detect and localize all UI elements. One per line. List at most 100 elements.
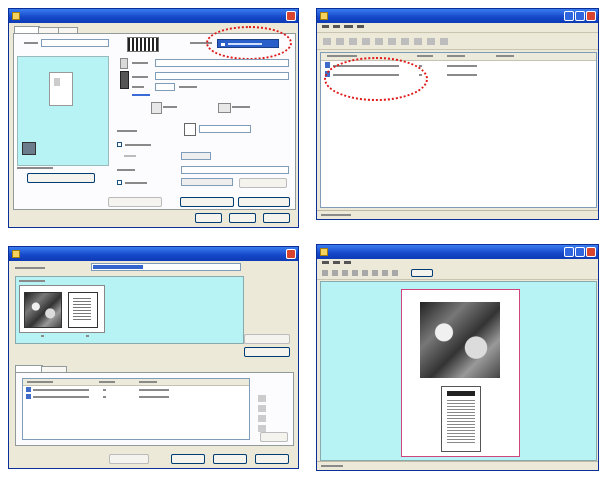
pagecomposer-app-icon xyxy=(320,12,328,20)
close-icon[interactable] xyxy=(286,249,296,259)
help-button[interactable] xyxy=(255,454,289,464)
preview-canvas xyxy=(320,281,597,461)
col-layout-data xyxy=(447,55,465,57)
close-icon[interactable] xyxy=(286,11,296,21)
watermark-select[interactable] xyxy=(181,178,233,186)
thumb-number-2 xyxy=(86,335,89,337)
menu-edit[interactable] xyxy=(333,25,340,28)
copies-input[interactable] xyxy=(155,83,175,91)
help-button[interactable] xyxy=(263,213,290,223)
portrait-radio[interactable] xyxy=(151,102,162,114)
document-icon xyxy=(26,394,31,399)
printer-properties-titlebar[interactable] xyxy=(9,9,298,23)
preview-text-page xyxy=(441,386,481,452)
watermark-label xyxy=(125,182,147,184)
maximize-icon[interactable] xyxy=(575,247,585,257)
document-list-highlight xyxy=(324,57,428,101)
print-preview-app-icon xyxy=(320,248,328,256)
release-button[interactable] xyxy=(109,454,149,464)
scaling-label xyxy=(124,155,136,157)
print-preview-button[interactable] xyxy=(244,347,290,357)
zoom-controls[interactable] xyxy=(322,270,400,276)
page-size-select[interactable] xyxy=(155,59,289,67)
page-thumb-group[interactable] xyxy=(19,285,105,333)
minimize-icon[interactable] xyxy=(564,11,574,21)
cancel-button[interactable] xyxy=(229,213,256,223)
table-row[interactable] xyxy=(25,394,175,400)
paper-type-select[interactable] xyxy=(181,166,289,174)
close-icon[interactable] xyxy=(586,247,596,257)
manual-scaling-label xyxy=(125,144,151,146)
page-thumbnail-area xyxy=(15,276,244,344)
combine-titlebar[interactable] xyxy=(9,247,298,261)
page-thumb-2[interactable] xyxy=(68,292,98,328)
output-size-icon xyxy=(120,71,129,89)
scaling-input[interactable] xyxy=(181,152,211,160)
close-preview-button[interactable] xyxy=(411,269,433,277)
profile-label xyxy=(24,42,38,44)
minimize-icon[interactable] xyxy=(564,247,574,257)
page-size-icon xyxy=(120,58,128,69)
landscape-radio[interactable] xyxy=(218,103,231,113)
status-text xyxy=(321,214,351,216)
document-name-label xyxy=(15,267,45,269)
restore-defaults-button[interactable] xyxy=(238,197,290,207)
table-side-button[interactable] xyxy=(260,432,288,442)
status-text xyxy=(321,465,343,467)
manual-scaling-checkbox[interactable] xyxy=(117,142,122,147)
page-layout-select[interactable] xyxy=(199,125,251,133)
page-options-button[interactable] xyxy=(180,197,234,207)
toolbar-buttons-row[interactable] xyxy=(323,38,451,45)
ok-button[interactable] xyxy=(195,213,222,223)
profile-select[interactable] xyxy=(41,39,109,47)
col-comments xyxy=(496,55,514,57)
preview-page xyxy=(49,72,73,106)
document-table xyxy=(22,378,250,440)
watermark-checkbox[interactable] xyxy=(117,180,122,185)
menu-view[interactable] xyxy=(344,25,353,28)
table-header xyxy=(23,379,249,386)
custom-paper-size-button[interactable] xyxy=(108,197,162,207)
view-settings-button[interactable] xyxy=(27,173,95,183)
print-preview-titlebar[interactable] xyxy=(317,245,598,259)
combine-button[interactable] xyxy=(171,454,205,464)
copies-label xyxy=(132,86,144,88)
printer-properties-window xyxy=(8,8,299,228)
thumb-number-1 xyxy=(41,335,44,337)
document-name-input[interactable] xyxy=(91,263,241,271)
combine-app-icon xyxy=(12,250,20,258)
maximize-icon[interactable] xyxy=(575,11,585,21)
printer-icon xyxy=(12,12,20,20)
table-row[interactable] xyxy=(25,387,175,393)
output-method-highlight xyxy=(206,26,292,60)
pagecomposer-window xyxy=(316,8,599,220)
reorder-buttons[interactable] xyxy=(258,395,266,433)
menu-view[interactable] xyxy=(333,261,340,264)
output-size-select[interactable] xyxy=(155,72,289,80)
document-list xyxy=(320,52,597,208)
preview-photo xyxy=(420,302,500,378)
profile-thumbnail xyxy=(127,37,159,52)
edit-watermark-button[interactable] xyxy=(239,178,287,188)
portrait-label xyxy=(163,106,177,108)
menu-help[interactable] xyxy=(357,25,364,28)
page-layout-icon xyxy=(184,123,196,136)
menu-file[interactable] xyxy=(322,25,329,28)
preview-caption xyxy=(17,167,53,169)
menu-file[interactable] xyxy=(322,261,329,264)
toolbar xyxy=(317,33,598,50)
status-bar xyxy=(317,461,598,470)
copies-range xyxy=(179,86,197,88)
print-preview-window xyxy=(316,244,599,471)
document-list-panel xyxy=(15,372,294,446)
close-icon[interactable] xyxy=(586,11,596,21)
preview-toolbar xyxy=(317,268,598,280)
document-icon xyxy=(325,62,330,68)
page-thumb-1[interactable] xyxy=(24,292,62,328)
delete-button[interactable] xyxy=(244,334,290,344)
page-size-label xyxy=(132,62,148,64)
pagecomposer-titlebar[interactable] xyxy=(317,9,598,23)
status-bar xyxy=(317,210,598,219)
cancel-button[interactable] xyxy=(213,454,247,464)
menu-help[interactable] xyxy=(344,261,351,264)
